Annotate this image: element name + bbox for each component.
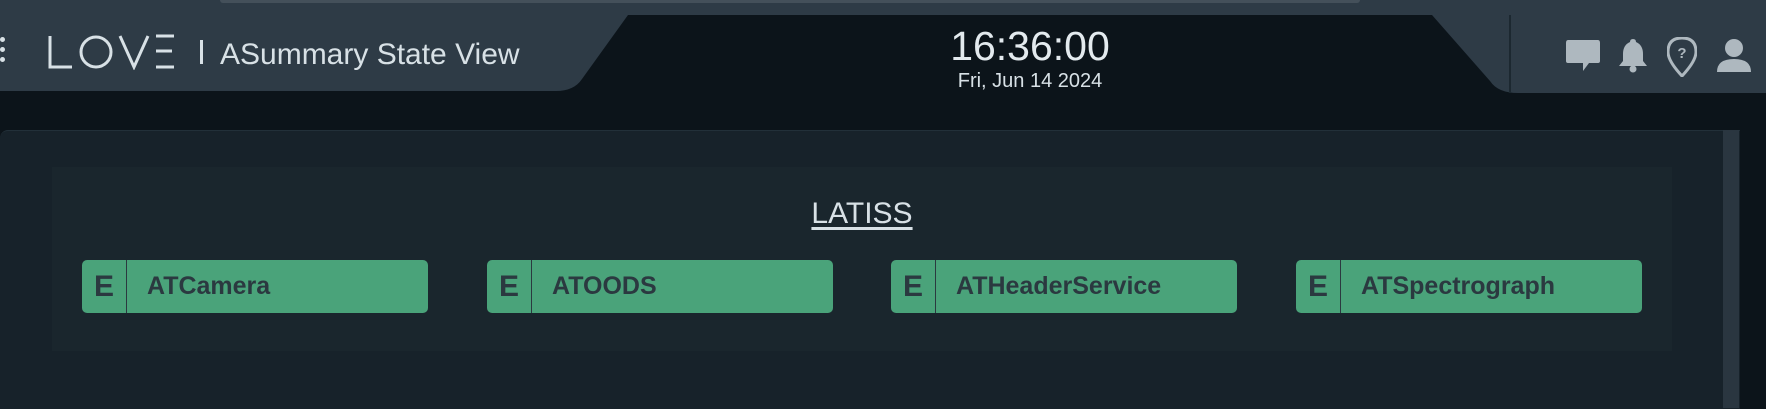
csc-name: ATOODS xyxy=(552,272,657,300)
csc-summary-atcamera[interactable]: E ATCamera xyxy=(82,260,428,313)
csc-name: ATHeaderService xyxy=(956,272,1162,300)
csc-name: ATCamera xyxy=(147,272,271,300)
svg-text:?: ? xyxy=(1677,45,1686,62)
vertical-scrollbar[interactable] xyxy=(1723,130,1739,408)
csc-state-badge: E xyxy=(1296,260,1341,313)
view-title: ASummary State View xyxy=(220,38,520,71)
help-location-icon[interactable]: ? xyxy=(1667,37,1697,77)
menu-dots-icon[interactable] xyxy=(0,37,5,62)
csc-summary-atheaderservice[interactable]: E ATHeaderService xyxy=(891,260,1237,313)
csc-name: ATSpectrograph xyxy=(1361,272,1555,300)
csc-state-badge: E xyxy=(82,260,127,313)
chat-icon[interactable] xyxy=(1565,37,1601,73)
csc-state-badge: E xyxy=(891,260,936,313)
browser-top-strip xyxy=(0,0,1766,15)
user-icon[interactable] xyxy=(1715,37,1753,73)
bell-icon[interactable] xyxy=(1617,37,1649,73)
clock-time: 16:36:00 xyxy=(950,23,1110,69)
love-logo[interactable] xyxy=(48,34,176,70)
csc-summary-atoods[interactable]: E ATOODS xyxy=(487,260,833,313)
clock-date: Fri, Jun 14 2024 xyxy=(957,70,1103,92)
clock: 16:36:00 Fri, Jun 14 2024 xyxy=(930,22,1130,92)
csc-state-badge: E xyxy=(487,260,532,313)
top-strip-inner xyxy=(220,0,1360,3)
csc-summary-atspectrograph[interactable]: E ATSpectrograph xyxy=(1296,260,1642,313)
latiss-summary-card: LATISS xyxy=(52,167,1672,351)
group-title[interactable]: LATISS xyxy=(52,197,1672,231)
logo-separator xyxy=(200,40,203,64)
